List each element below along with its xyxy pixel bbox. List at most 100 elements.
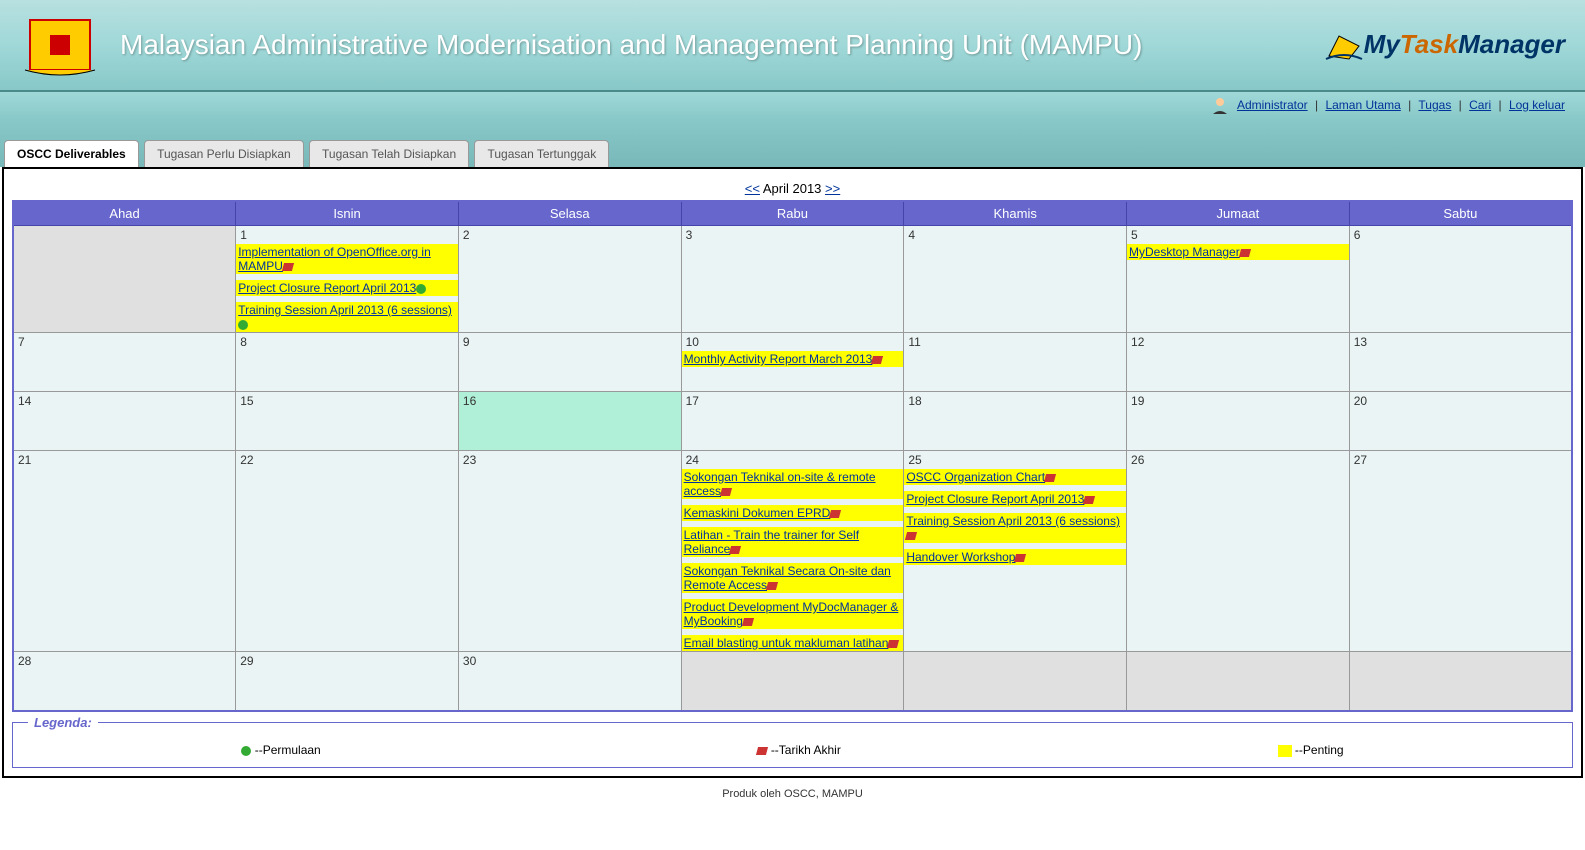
tab-perlu[interactable]: Tugasan Perlu Disiapkan (144, 140, 304, 167)
start-icon (416, 284, 426, 294)
next-month[interactable]: >> (825, 181, 840, 196)
end-icon (766, 582, 778, 590)
event-link[interactable]: Latihan - Train the trainer for Self Rel… (684, 528, 859, 556)
legend-start: --Permulaan (241, 743, 320, 757)
event-link[interactable]: Product Development MyDocManager & MyBoo… (684, 600, 899, 628)
day-cell[interactable]: 20 (1349, 392, 1572, 451)
important-swatch (1278, 745, 1292, 757)
end-icon (829, 510, 841, 518)
event-link[interactable]: Project Closure Report April 2013 (238, 281, 416, 295)
user-icon (1210, 96, 1230, 116)
day-cell[interactable]: 13 (1349, 333, 1572, 392)
event-link[interactable]: Sokongan Teknikal Secara On-site dan Rem… (684, 564, 891, 592)
event-link[interactable]: Monthly Activity Report March 2013 (684, 352, 873, 366)
day-header: Rabu (681, 201, 904, 226)
day-cell-today[interactable]: 16 (458, 392, 681, 451)
logout-link[interactable]: Log keluar (1509, 98, 1565, 112)
event-link[interactable]: Training Session April 2013 (6 sessions) (238, 303, 452, 317)
day-cell[interactable]: 19 (1127, 392, 1350, 451)
day-cell[interactable]: 24 Sokongan Teknikal on-site & remote ac… (681, 451, 904, 652)
end-icon (282, 263, 294, 271)
day-cell[interactable]: 10 Monthly Activity Report March 2013 (681, 333, 904, 392)
user-bar: Administrator | Laman Utama | Tugas | Ca… (0, 92, 1585, 120)
end-icon (1014, 554, 1026, 562)
day-cell[interactable]: 12 (1127, 333, 1350, 392)
tab-telah[interactable]: Tugasan Telah Disiapkan (309, 140, 469, 167)
day-cell[interactable]: 17 (681, 392, 904, 451)
day-header: Khamis (904, 201, 1127, 226)
day-header: Jumaat (1127, 201, 1350, 226)
crest-logo (20, 10, 100, 80)
day-cell[interactable]: 8 (236, 333, 459, 392)
legend: Legenda: --Permulaan --Tarikh Akhir --Pe… (12, 722, 1573, 768)
day-cell[interactable] (681, 652, 904, 712)
search-link[interactable]: Cari (1469, 98, 1491, 112)
day-header: Selasa (458, 201, 681, 226)
legend-end: --Tarikh Akhir (757, 743, 840, 757)
day-header: Isnin (236, 201, 459, 226)
day-cell[interactable]: 27 (1349, 451, 1572, 652)
day-cell[interactable]: 6 (1349, 226, 1572, 333)
calendar-grid: Ahad Isnin Selasa Rabu Khamis Jumaat Sab… (12, 200, 1573, 712)
end-icon (1083, 496, 1095, 504)
day-cell[interactable]: 30 (458, 652, 681, 712)
day-cell[interactable]: 3 (681, 226, 904, 333)
day-cell[interactable]: 25 OSCC Organization Chart Project Closu… (904, 451, 1127, 652)
day-cell[interactable]: 22 (236, 451, 459, 652)
day-cell[interactable]: 7 (13, 333, 236, 392)
event-link[interactable]: OSCC Organization Chart (906, 470, 1045, 484)
end-icon (1239, 249, 1251, 257)
day-cell[interactable]: 29 (236, 652, 459, 712)
tasks-link[interactable]: Tugas (1418, 98, 1451, 112)
day-cell[interactable]: 11 (904, 333, 1127, 392)
day-header: Sabtu (1349, 201, 1572, 226)
event-link[interactable]: Project Closure Report April 2013 (906, 492, 1084, 506)
calendar-nav: << April 2013 >> (12, 177, 1573, 200)
day-cell[interactable]: 23 (458, 451, 681, 652)
app-logo: MyTaskManager (1265, 29, 1565, 61)
event-link[interactable]: MyDesktop Manager (1129, 245, 1240, 259)
event-link[interactable]: Sokongan Teknikal on-site & remote acces… (684, 470, 876, 498)
start-icon (241, 746, 251, 756)
day-cell[interactable]: 18 (904, 392, 1127, 451)
day-cell[interactable]: 15 (236, 392, 459, 451)
day-cell[interactable]: 1 Implementation of OpenOffice.org in MA… (236, 226, 459, 333)
end-icon (729, 546, 741, 554)
day-cell[interactable]: 5 MyDesktop Manager (1127, 226, 1350, 333)
end-icon (1044, 474, 1056, 482)
org-title: Malaysian Administrative Modernisation a… (120, 29, 1265, 61)
footer: Produk oleh OSCC, MAMPU (0, 778, 1585, 810)
prev-month[interactable]: << (745, 181, 760, 196)
end-icon (720, 488, 732, 496)
day-cell[interactable]: 28 (13, 652, 236, 712)
legend-title: Legenda: (28, 715, 98, 730)
tab-bar: OSCC Deliverables Tugasan Perlu Disiapka… (0, 120, 1585, 167)
day-cell[interactable] (904, 652, 1127, 712)
tab-tertunggak[interactable]: Tugasan Tertunggak (474, 140, 609, 167)
day-cell[interactable]: 4 (904, 226, 1127, 333)
day-header: Ahad (13, 201, 236, 226)
day-cell[interactable] (1127, 652, 1350, 712)
end-icon (742, 618, 754, 626)
header: Malaysian Administrative Modernisation a… (0, 0, 1585, 92)
admin-link[interactable]: Administrator (1237, 98, 1308, 112)
event-link[interactable]: Kemaskini Dokumen EPRD (684, 506, 831, 520)
tab-deliverables[interactable]: OSCC Deliverables (4, 140, 139, 167)
event-link[interactable]: Email blasting untuk makluman latihan (684, 636, 889, 650)
day-cell[interactable]: 21 (13, 451, 236, 652)
end-icon (871, 356, 883, 364)
event-link[interactable]: Handover Workshop (906, 550, 1015, 564)
day-cell[interactable]: 14 (13, 392, 236, 451)
end-icon (756, 747, 768, 755)
event-link[interactable]: Implementation of OpenOffice.org in MAMP… (238, 245, 431, 273)
day-cell[interactable]: 2 (458, 226, 681, 333)
home-link[interactable]: Laman Utama (1325, 98, 1400, 112)
end-icon (905, 532, 917, 540)
day-cell[interactable] (1349, 652, 1572, 712)
day-cell[interactable] (13, 226, 236, 333)
day-cell[interactable]: 9 (458, 333, 681, 392)
event-link[interactable]: Training Session April 2013 (6 sessions) (906, 514, 1120, 528)
content-panel: << April 2013 >> Ahad Isnin Selasa Rabu … (2, 167, 1583, 778)
end-icon (887, 640, 899, 648)
day-cell[interactable]: 26 (1127, 451, 1350, 652)
